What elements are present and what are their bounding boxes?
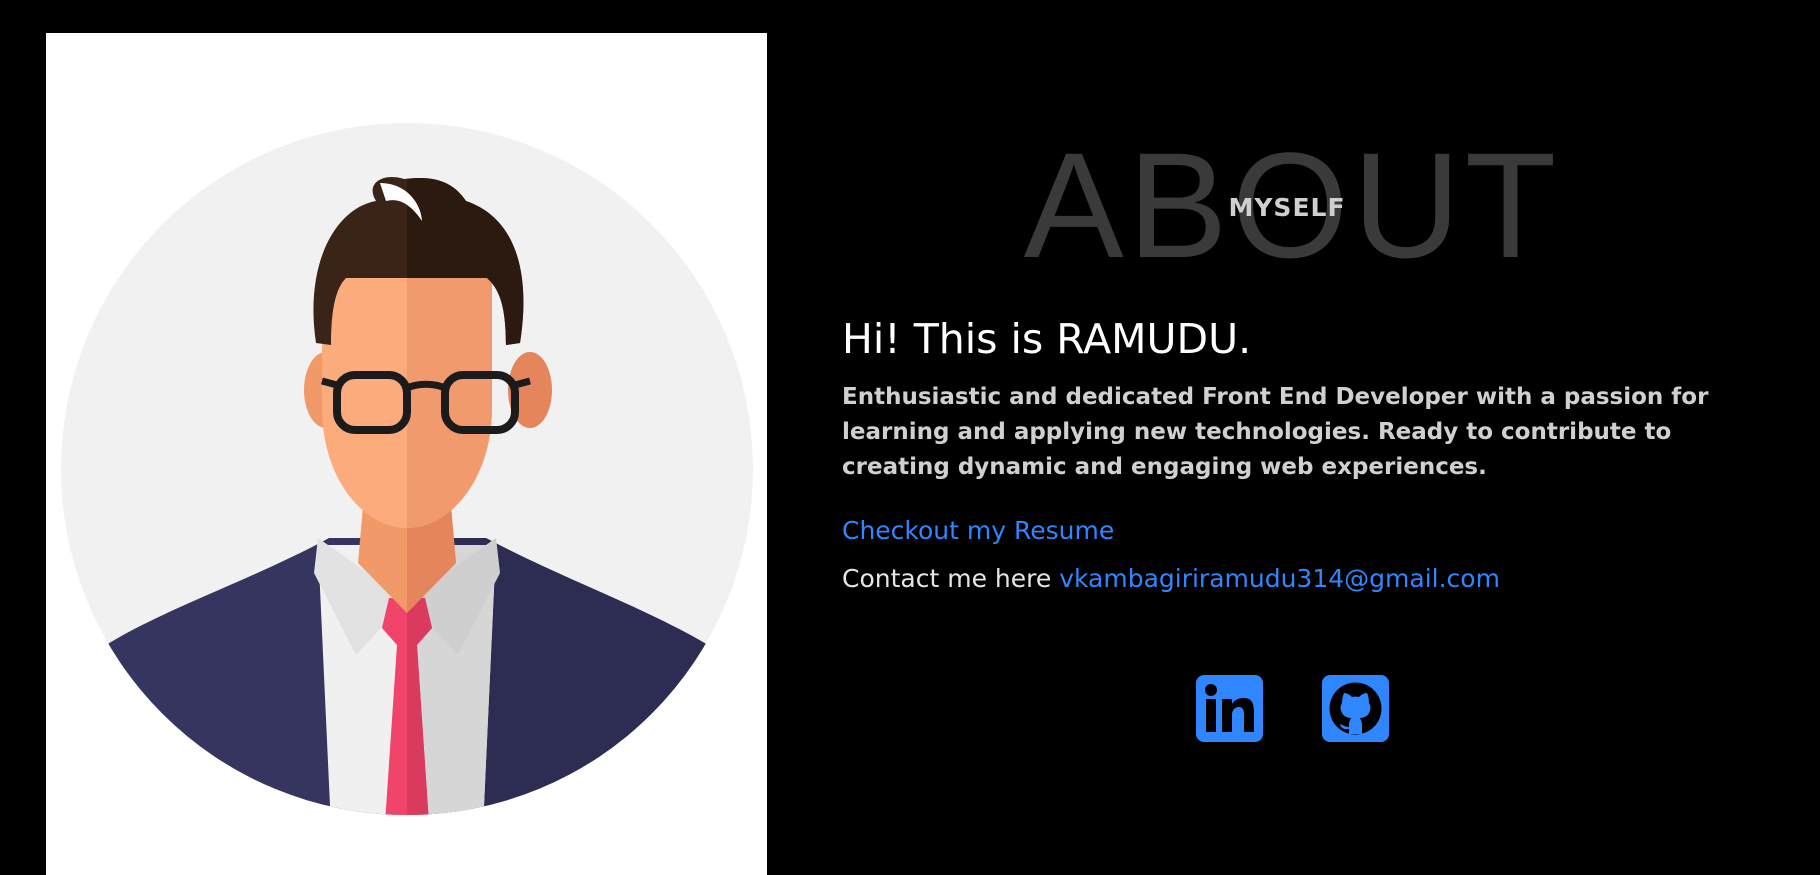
resume-link[interactable]: Checkout my Resume	[842, 516, 1114, 545]
contact-line: Contact me here vkambagiriramudu314@gmai…	[842, 564, 1500, 593]
contact-email-link[interactable]: vkambagiriramudu314@gmail.com	[1059, 564, 1500, 593]
profile-avatar	[46, 33, 767, 875]
linkedin-icon	[1205, 684, 1254, 732]
section-heading: ABOUT MYSELF	[842, 130, 1742, 290]
github-icon	[1329, 682, 1382, 735]
intro-paragraph: Enthusiastic and dedicated Front End Dev…	[842, 384, 1709, 480]
linkedin-button[interactable]	[1196, 675, 1263, 742]
greeting-heading: Hi! This is RAMUDU.	[842, 315, 1252, 363]
social-links	[1196, 675, 1396, 745]
github-button[interactable]	[1322, 675, 1389, 742]
corner-icon	[44, 0, 68, 6]
heading-subtitle: MYSELF	[1228, 193, 1346, 222]
about-section: ABOUT MYSELF Hi! This is RAMUDU. Enthusi…	[842, 130, 1742, 830]
contact-label: Contact me here	[842, 564, 1052, 593]
